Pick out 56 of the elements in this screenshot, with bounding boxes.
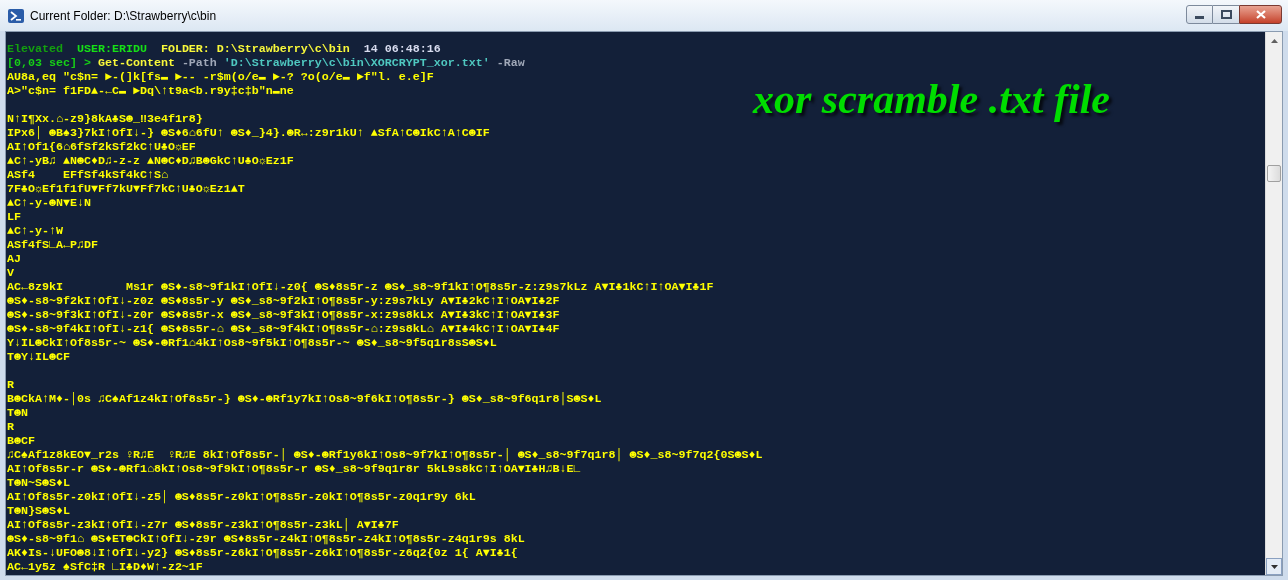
console-output-line: B☻CkA↑M♦-│0s ♫C♠Af1z4kI↑Of8s5r-} ☻S♦-☻Rf1y7kI↑Os8~9f6kI↑O¶8s5r-} ☻S♦_s8~9f6q1r8│S☻S♦L xyxy=(7,392,602,406)
scroll-thumb[interactable] xyxy=(1267,165,1281,182)
scroll-down-button[interactable] xyxy=(1266,558,1282,575)
minimize-button[interactable] xyxy=(1186,5,1213,24)
console-output-line: V xyxy=(7,266,14,280)
console-output-line: AC←1y5z ♠SfC‡R ∟I♣D♦W↑-z2~1F xyxy=(7,560,203,574)
console-output-line: AC←8z9kI Ms1r ☻S♦-s8~9f1kI↑OfI↓-z0{ ☻S♦8s5r-z ☻S♦_s8~9f1kI↑O¶8s5r-z:z9s7kLz A▼I♣1kC↑I↑OA▼I♣1F xyxy=(7,280,714,294)
console-output-line: R xyxy=(7,378,14,392)
restore-icon xyxy=(1220,10,1232,19)
console-output-line: ☻S♦-s8~9f4kI↑OfI↓-z1{ ☻S♦8s5r-⌂ ☻S♦_s8~9f4kI↑O¶8s5r-⌂:z9s8kL⌂ A▼I♣4kC↑I↑OA▼I♣4F xyxy=(7,322,560,336)
console-output-line: ☻S♦-s8~9f2kI↑OfI↓-z0z ☻S♦8s5r-y ☻S♦_s8~9f2kI↑O¶8s5r-y:z9s7kLy A▼I♣2kC↑I↑OA▼I♣2F xyxy=(7,294,560,308)
console-output-line: AJ xyxy=(7,252,21,266)
window-title: Current Folder: D:\Strawberry\c\bin xyxy=(30,7,217,25)
console-output-line: ▲C↑-yB♫ ▲N☻C♦D♫-z-z ▲N☻C♦D♫B☻GkC↑U♣O☼Ez1F xyxy=(7,154,294,168)
console-output-line: ASf4fS∟A←P♫DF xyxy=(7,238,98,252)
console-output-line: AI↑Of8s5r-r ☻S♦-☻Rf1⌂8kI↑Os8~9f9kI↑O¶8s5r-r ☻S♦_s8~9f9q1r8r 5kL9s8kC↑I↑OA▼I♣H♫B↓E∟ xyxy=(7,462,581,476)
console-output-line: T☻Y↓IL☻CF xyxy=(7,350,70,364)
console-output-line: AI↑Of8s5r-z0kI↑OfI↓-z5│ ☻S♦8s5r-z0kI↑O¶8s5r-z0kI↑O¶8s5r-z0q1r9y 6kL xyxy=(7,490,476,504)
console-text: Get-Content xyxy=(97,56,175,70)
console-output-line: ASf4 EFfSf4kSf4kC↑S⌂ xyxy=(7,168,168,182)
console-output-line: 7F♣O☼Ef1f1fU▼Ff7kU▼Ff7kC↑U♣O☼Ez1▲T xyxy=(7,182,245,196)
console-output-line: AI↑Of1{6⌂6fSf2kSf2kC↑U♣O☼EF xyxy=(7,140,196,154)
console-text: -Path xyxy=(181,56,217,70)
console-output-line: IPx6│ ☻B♠3}7kI↑OfI↓-} ☻S♦6⌂6fU↑ ☻S♦_}4}.☻R↔:z9r1kU↑ ▲SfA↑C☻IkC↑A↑C☻IF xyxy=(7,126,490,140)
console-output-line: AI↑Of8s5r-z3kI↑OfI↓-z7r ☻S♦8s5r-z3kI↑O¶8s5r-z3kL│ A▼I♣7F xyxy=(7,518,399,532)
console-text: [0,03 sec] > xyxy=(7,56,91,70)
console-output-line: ☻S♦-s8~9f1⌂ ☻S♦ET☻CkI↑OfI↓-z9r ☻S♦8s5r-z4kI↑O¶8s5r-z4kI↑O¶8s5r-z4q1r9s 8kL xyxy=(7,532,525,546)
powershell-icon xyxy=(8,7,24,24)
console-output-line: AK♦Is-↓UFO☻8↓I↑OfI↓-y2} ☻S♦8s5r-z6kI↑O¶8s5r-z6kI↑O¶8s5r-z6q2{0z 1{ A▼I♣1{ xyxy=(7,546,518,560)
console-output-line: ♫C♠Af1z8kEO▼_r2s ♀R♫E ♀R♫E 8kI↑Of8s5r-│ ☻S♦-☻Rf1y6kI↑Os8~9f7kI↑O¶8s5r-│ ☻S♦_s8~9f7q1r8│ ☻S♦_s8~9f7q2{0S☻S♦L xyxy=(7,448,763,462)
up-arrow-icon xyxy=(1270,38,1278,43)
console-output-line: B☻CF xyxy=(7,434,35,448)
maximize-button[interactable] xyxy=(1213,5,1239,24)
console-output-line: ▲C↑-y-☻N▼E↓N xyxy=(7,196,91,210)
console-output-line: A>"c$n= f1FD▲-←C▬ ►Dq\↑t9a<b.r9y‡c‡b"n▬ne xyxy=(7,84,294,98)
console-text: -Raw xyxy=(496,56,525,70)
down-arrow-icon xyxy=(1270,564,1278,569)
console-text: USER:ERIDU xyxy=(76,42,147,56)
console-output-line: ☻S♦-s8~9f3kI↑OfI↓-z0r ☻S♦8s5r-x ☻S♦_s8~9f3kI↑O¶8s5r-x:z9s8kLx A▼I♣3kC↑I↑OA▼I♣3F xyxy=(7,308,560,322)
close-icon xyxy=(1255,10,1266,19)
console-output-line: LF xyxy=(7,210,21,224)
console-output-line: ▲C↑-y-↑W xyxy=(7,224,63,238)
console-text: 'D:\Strawberry\c\bin\XORCRYPT_xor.txt' xyxy=(223,56,490,70)
console-text: Elevated xyxy=(7,42,63,56)
console-output-line: Y↓IL☻CkI↑Of8s5r-~ ☻S♦-☻Rf1⌂4kI↑Os8~9f5kI↑O¶8s5r-~ ☻S♦_s8~9f5q1r8sS☻S♦L xyxy=(7,336,497,350)
close-button[interactable] xyxy=(1239,5,1282,24)
console-output-line: R xyxy=(7,420,14,434)
console-output-line: T☻N~S☻S♦L xyxy=(7,476,70,490)
console-output-line: T☻N}S☻S♦L xyxy=(7,504,70,518)
scrollbar[interactable] xyxy=(1265,32,1282,575)
console-text: FOLDER: D:\Strawberry\c\bin xyxy=(160,42,350,56)
console-output-line: AU8a,eq "c$n= ►-(]k[fs▬ ►-- -r$m(o/e▬ ►-? ?o(o/e▬ ►f"l. e.e]F xyxy=(7,70,434,84)
console-output-line: N↑I¶Xx.⌂-z9}8kA♣S☻_‼3e4f1r8} xyxy=(7,112,203,126)
console-output-line: T☻N xyxy=(7,406,28,420)
console-text: 14 06:48:16 xyxy=(363,42,441,56)
overlay-caption: xor scramble .txt file xyxy=(753,75,1110,124)
